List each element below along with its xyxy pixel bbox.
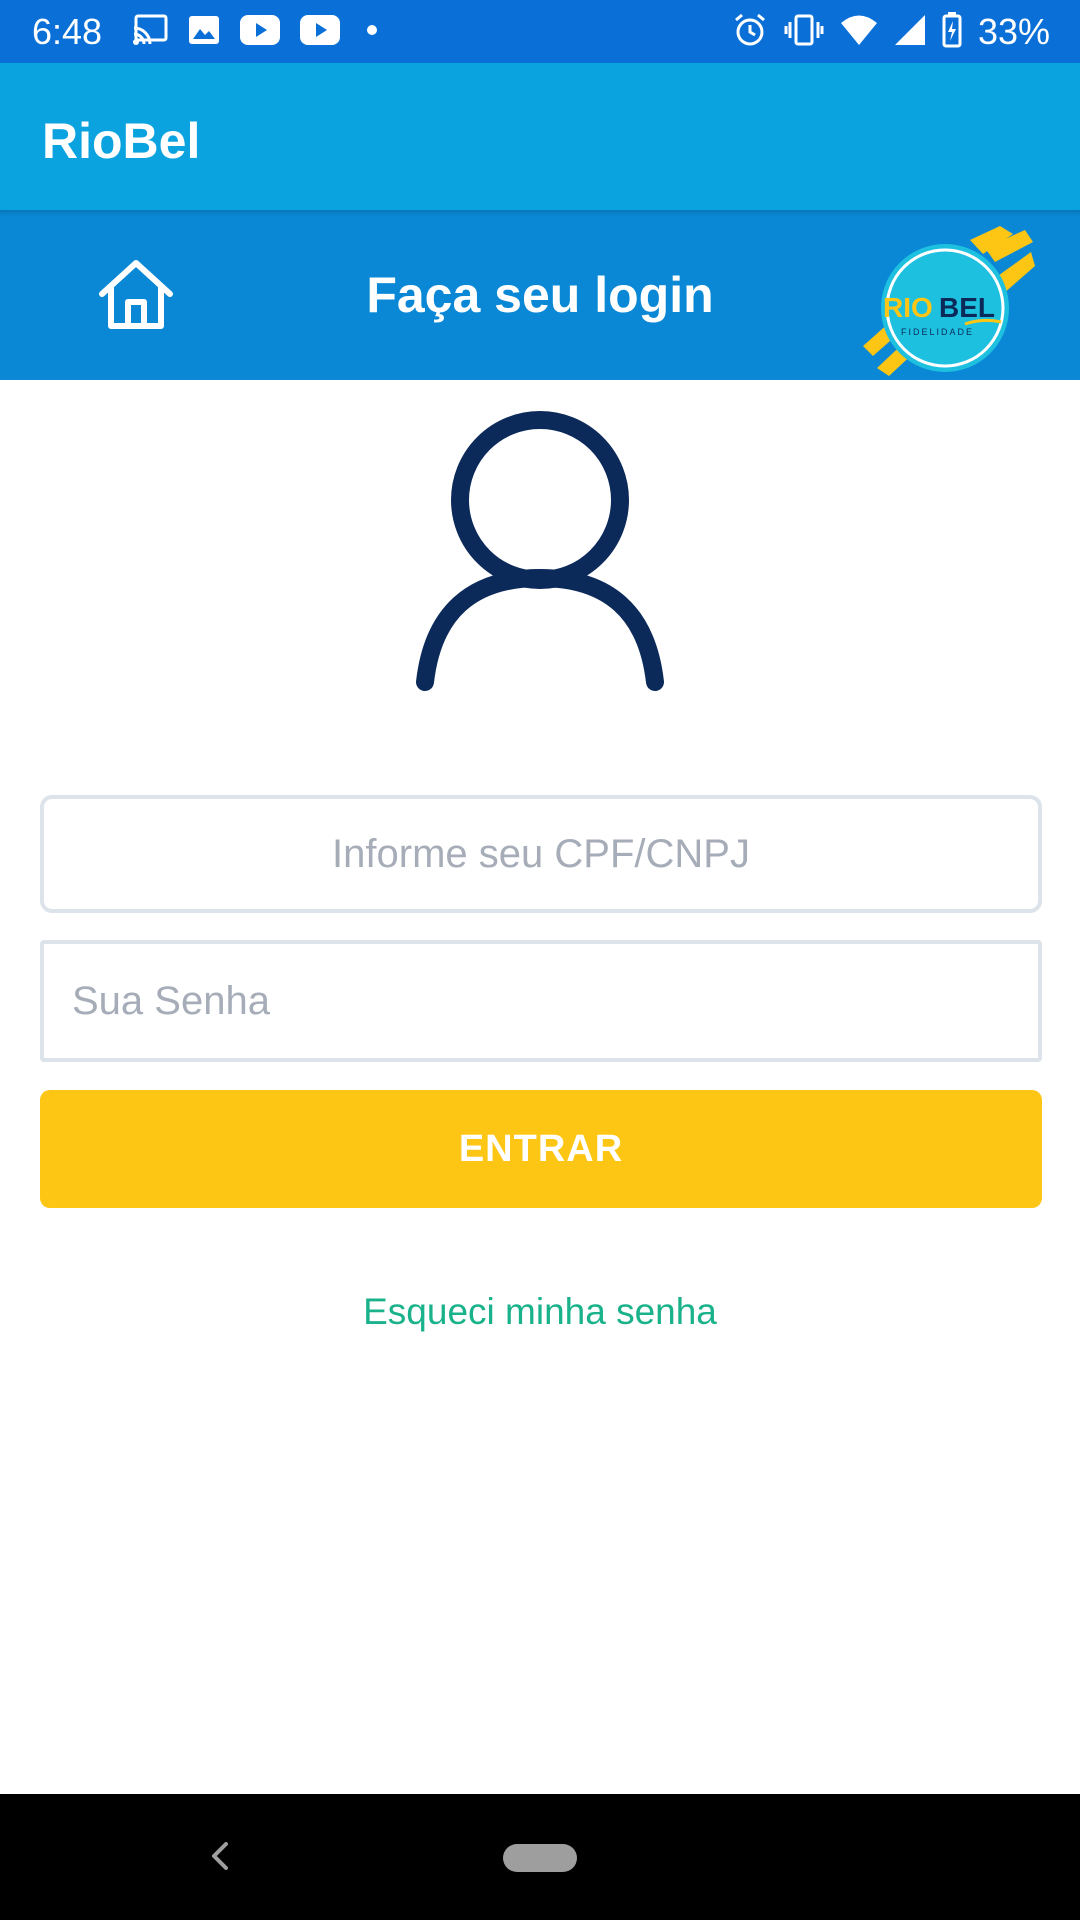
battery-charging-icon (942, 11, 962, 53)
alarm-icon (732, 12, 768, 53)
system-icons: 33% (732, 10, 1050, 54)
forgot-password-link[interactable]: Esqueci minha senha (240, 1290, 840, 1334)
image-icon (188, 15, 220, 50)
cast-icon (132, 14, 168, 51)
wifi-icon (840, 14, 878, 51)
user-avatar-icon (405, 410, 675, 700)
system-navigation-bar (0, 1794, 1080, 1920)
password-input[interactable] (40, 940, 1042, 1062)
back-icon (208, 1838, 232, 1879)
app-bar: RioBel (0, 63, 1080, 210)
page-title: Faça seu login (366, 267, 714, 323)
home-button[interactable] (92, 256, 180, 336)
login-screen: 6:48 33% RioBel Faça seu login RIO BEL F… (0, 0, 1080, 1920)
logo-text-bel: BEL (939, 292, 995, 323)
cpf-cnpj-input[interactable] (40, 795, 1042, 913)
riobel-logo: RIO BEL FIDELIDADE (855, 218, 1035, 382)
battery-percentage: 33% (977, 11, 1050, 52)
home-pill-button[interactable] (503, 1844, 577, 1872)
login-header: Faça seu login RIO BEL FIDELIDADE (0, 210, 1080, 380)
back-button[interactable] (200, 1830, 240, 1886)
notification-icons (132, 12, 384, 52)
youtube-icon (240, 14, 280, 50)
signal-icon (894, 14, 926, 51)
app-title: RioBel (42, 113, 201, 169)
logo-text-rio: RIO (883, 292, 933, 323)
login-button[interactable]: ENTRAR (40, 1090, 1042, 1208)
dot-icon (360, 15, 384, 50)
vibrate-icon (784, 12, 824, 53)
logo-subtitle: FIDELIDADE (901, 327, 974, 337)
home-icon (97, 258, 175, 335)
youtube-icon (300, 14, 340, 50)
status-time: 6:48 (32, 11, 103, 52)
status-bar: 6:48 33% (0, 0, 1080, 63)
